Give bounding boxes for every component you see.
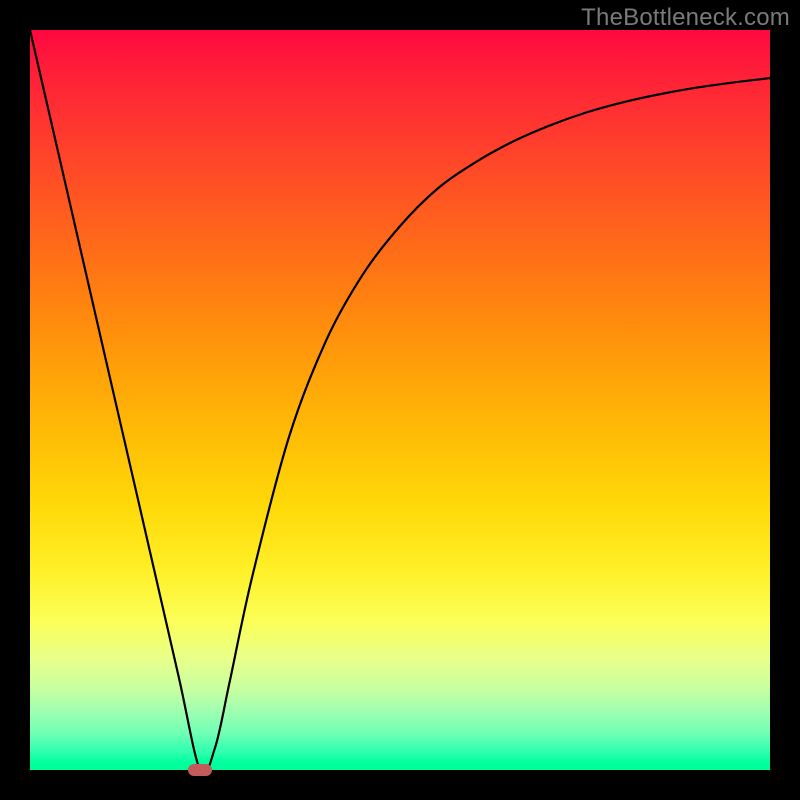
plot-area	[30, 30, 770, 770]
chart-frame: TheBottleneck.com	[0, 0, 800, 800]
curve-svg	[30, 30, 770, 770]
bottleneck-curve	[30, 30, 770, 770]
optimal-point-marker	[188, 764, 212, 776]
watermark-text: TheBottleneck.com	[581, 4, 790, 32]
